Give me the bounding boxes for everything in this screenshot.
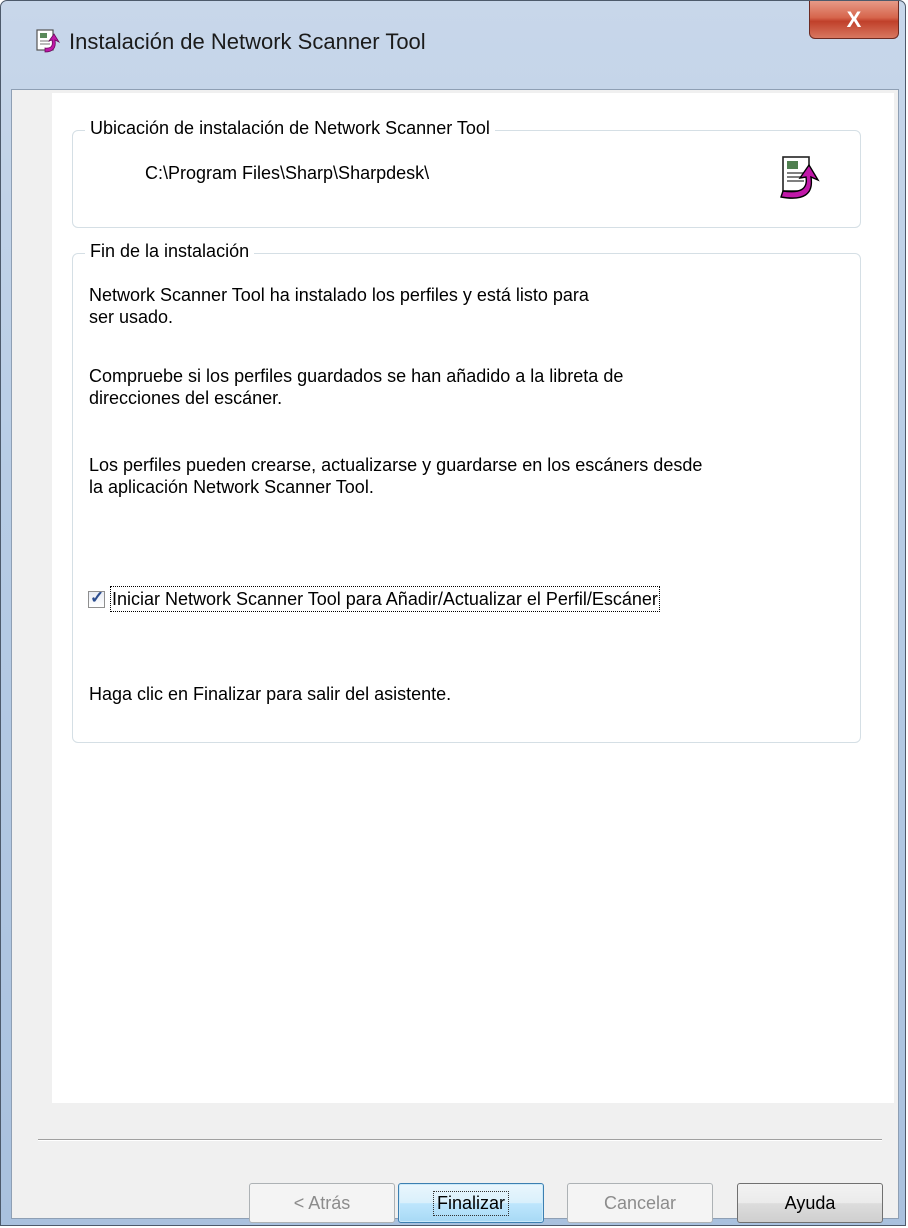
para3-line2: la aplicación Network Scanner Tool.: [89, 477, 374, 497]
button-separator-highlight: [38, 1140, 882, 1141]
para1-line2: ser usado.: [89, 307, 174, 327]
wizard-content-panel: Ubicación de instalación de Network Scan…: [52, 93, 894, 1103]
dialog-client-area: Ubicación de instalación de Network Scan…: [11, 89, 899, 1223]
finish-button[interactable]: Finalizar: [398, 1183, 544, 1223]
finish-note: Haga clic en Finalizar para salir del as…: [89, 684, 452, 704]
launch-tool-checkbox[interactable]: ✓: [88, 588, 105, 608]
close-button[interactable]: X: [809, 1, 899, 39]
para2-line1: Compruebe si los perfiles guardados se h…: [89, 366, 624, 386]
finish-group: Fin de la instalación Network Scanner To…: [72, 241, 861, 743]
help-button-label: Ayuda: [784, 1192, 836, 1213]
install-path-text: C:\Program Files\Sharp\Sharpdesk\: [145, 163, 430, 183]
close-icon: X: [846, 6, 862, 32]
help-button[interactable]: Ayuda: [737, 1183, 883, 1223]
checkmark-icon: ✓: [90, 588, 105, 607]
launch-tool-checkbox-label[interactable]: Iniciar Network Scanner Tool para Añadir…: [110, 586, 660, 612]
para3-line1: Los perfiles pueden crearse, actualizars…: [89, 455, 703, 475]
back-button-label: < Atrás: [293, 1192, 351, 1213]
title-bar[interactable]: Instalación de Network Scanner Tool X: [1, 1, 905, 89]
finish-button-label: Finalizar: [432, 1190, 510, 1216]
document-arrow-icon: [780, 156, 820, 199]
install-location-group: Ubicación de instalación de Network Scan…: [72, 118, 861, 228]
cancel-button[interactable]: Cancelar: [567, 1183, 713, 1223]
finish-legend: Fin de la instalación: [85, 241, 255, 262]
back-button[interactable]: < Atrás: [249, 1183, 395, 1223]
install-location-legend: Ubicación de instalación de Network Scan…: [85, 118, 495, 139]
para1-line1: Network Scanner Tool ha instalado los pe…: [89, 285, 589, 305]
installer-window: Instalación de Network Scanner Tool X Ub…: [0, 0, 906, 1226]
installer-app-icon: [36, 29, 61, 53]
window-title: Instalación de Network Scanner Tool: [69, 29, 426, 54]
cancel-button-label: Cancelar: [603, 1192, 677, 1213]
para2-line2: direcciones del escáner.: [89, 388, 283, 408]
